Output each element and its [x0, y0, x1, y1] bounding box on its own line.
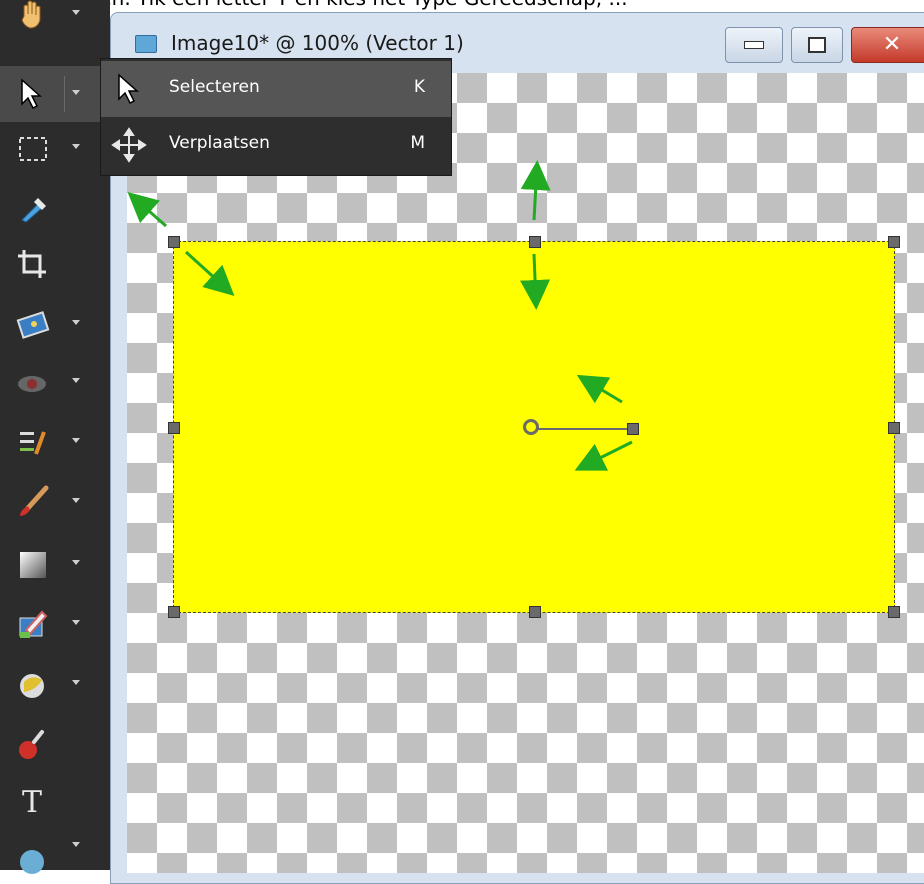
fill-icon [19, 610, 48, 638]
chevron-down-icon[interactable] [72, 90, 80, 95]
dropper-icon [21, 198, 46, 223]
tool-gradient[interactable] [0, 536, 110, 592]
tool-divider [64, 76, 65, 112]
tool-text[interactable]: T [0, 772, 110, 828]
pan-icon [21, 0, 41, 29]
minimize-icon [744, 41, 764, 49]
maximize-button[interactable] [791, 27, 843, 63]
text-icon: T [22, 785, 42, 820]
tools-toolbar: T [0, 0, 110, 874]
rotation-line [533, 428, 633, 430]
retouch-icon [20, 431, 46, 455]
paint-brush-icon [20, 485, 49, 516]
chevron-down-icon[interactable] [72, 378, 80, 383]
preset-shape-icon [20, 850, 44, 874]
menu-item-verplaatsen[interactable]: Verplaatsen M [101, 117, 451, 173]
chevron-down-icon[interactable] [72, 438, 80, 443]
tool-red-eye[interactable] [0, 354, 110, 410]
chevron-down-icon[interactable] [72, 498, 80, 503]
tool-crop[interactable] [0, 236, 110, 292]
handle-top-middle[interactable] [529, 236, 541, 248]
tool-shape[interactable] [0, 656, 110, 712]
red-eye-icon [18, 376, 46, 392]
minimize-button[interactable] [725, 27, 783, 63]
tool-preset-shape[interactable] [0, 828, 110, 884]
image-canvas[interactable] [127, 73, 924, 873]
caption-text: kan geven. Tik een letter Y en kies het … [20, 0, 628, 10]
arrow-pointer-icon [118, 73, 139, 105]
chevron-down-icon[interactable] [72, 144, 80, 149]
tool-picture[interactable] [0, 296, 110, 352]
picture-icon [16, 311, 50, 339]
close-button[interactable]: ✕ [851, 27, 924, 63]
selection-icon [19, 137, 47, 161]
handle-middle-right[interactable] [888, 422, 900, 434]
chevron-down-icon[interactable] [72, 842, 80, 847]
handle-middle-left[interactable] [168, 422, 180, 434]
tool-clone[interactable] [0, 716, 110, 772]
chevron-down-icon[interactable] [72, 320, 80, 325]
close-icon: ✕ [882, 32, 902, 57]
window-titlebar[interactable]: Image10* @ 100% (Vector 1) ✕ [111, 13, 924, 63]
move-icon [111, 127, 147, 163]
tool-pan[interactable] [0, 0, 110, 42]
chevron-down-icon[interactable] [72, 560, 80, 565]
chevron-down-icon[interactable] [72, 10, 80, 15]
maximize-icon [808, 37, 826, 53]
pick-tool-menu: Selecteren K Verplaatsen M [100, 58, 452, 176]
window-title: Image10* @ 100% (Vector 1) [171, 31, 464, 55]
tool-fill[interactable] [0, 596, 110, 652]
menu-item-label: Verplaatsen [169, 133, 270, 153]
tool-paint-brush[interactable] [0, 474, 110, 530]
svg-text:T: T [22, 785, 42, 820]
pick-icon [21, 78, 42, 110]
tool-retouch[interactable] [0, 414, 110, 470]
menu-item-label: Selecteren [169, 77, 260, 97]
clone-icon [19, 730, 44, 759]
menu-item-shortcut: M [410, 133, 425, 153]
handle-bottom-left[interactable] [168, 606, 180, 618]
rotation-handle[interactable] [627, 423, 639, 435]
chevron-down-icon[interactable] [72, 680, 80, 685]
handle-bottom-middle[interactable] [529, 606, 541, 618]
tool-pick[interactable] [0, 66, 110, 122]
menu-item-shortcut: K [413, 77, 425, 97]
caption-strip: kan geven. Tik een letter Y en kies het … [0, 0, 924, 10]
handle-top-right[interactable] [888, 236, 900, 248]
chevron-down-icon[interactable] [72, 620, 80, 625]
image-file-icon [135, 35, 157, 53]
shape-icon [20, 674, 44, 698]
crop-icon [18, 250, 46, 278]
tool-selection[interactable] [0, 120, 110, 176]
handle-bottom-right[interactable] [888, 606, 900, 618]
menu-item-selecteren[interactable]: Selecteren K [101, 61, 451, 117]
handle-top-left[interactable] [168, 236, 180, 248]
gradient-icon [20, 552, 46, 578]
tool-dropper[interactable] [0, 180, 110, 236]
rotation-center-handle[interactable] [523, 419, 539, 435]
